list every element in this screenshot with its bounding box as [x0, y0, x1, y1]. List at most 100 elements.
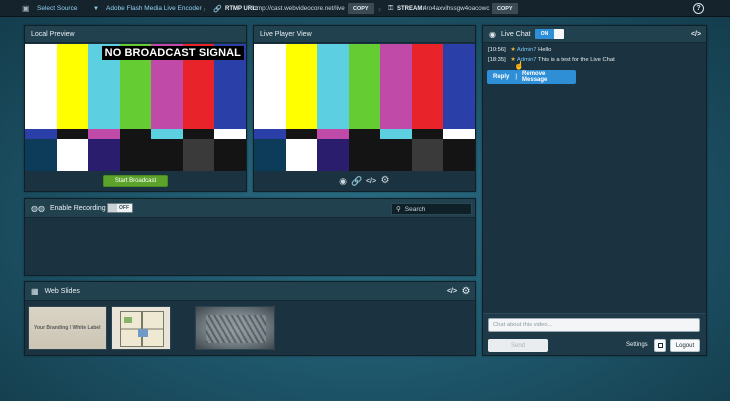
color-bar	[285, 139, 318, 171]
color-bar	[443, 139, 475, 171]
embed-code-icon[interactable]: </>	[690, 29, 702, 40]
color-bar	[25, 139, 57, 171]
live-player-video	[254, 44, 475, 171]
link-icon: 🔗	[213, 5, 222, 13]
color-bar	[317, 129, 349, 140]
slide-thumbnail-aerial[interactable]	[195, 306, 275, 350]
settings-button[interactable]	[654, 339, 666, 352]
color-bars-top	[254, 44, 475, 130]
local-preview-header: Local Preview	[25, 26, 246, 43]
color-bar	[254, 139, 286, 171]
color-bar	[348, 139, 381, 171]
color-bars-middle	[254, 129, 475, 140]
web-slides-header: ▦ Web Slides	[25, 282, 475, 301]
slide-thumbnail-branding[interactable]: Your Branding / White Label	[28, 306, 107, 350]
separator-chevron-icon: ›	[378, 3, 381, 14]
color-bar	[254, 44, 286, 130]
live-chat-panel: ◉ Live Chat ON </> [10:56] ★ Admin7 Hell…	[482, 25, 707, 356]
help-icon[interactable]: ?	[693, 3, 704, 14]
copy-rtmp-button[interactable]: COPY	[348, 3, 374, 14]
tape-icon: ◍◍	[31, 203, 45, 213]
recording-toggle[interactable]: OFF	[107, 203, 133, 213]
chat-bubble-icon: ◉	[489, 29, 496, 39]
embed-code-icon[interactable]: </>	[446, 286, 458, 297]
chat-message-text: This is a test for the Live Chat	[538, 57, 615, 63]
live-chat-toggle[interactable]: ON	[535, 29, 564, 39]
toggle-knob	[108, 204, 117, 212]
color-bar	[348, 44, 381, 130]
eye-icon[interactable]: ◉	[337, 175, 349, 187]
color-bar	[214, 129, 246, 140]
key-icon: ⚿	[388, 4, 394, 12]
chat-message: [10:56] ★ Admin7 Hello	[488, 47, 551, 53]
chat-message-input[interactable]: Chat about this video...	[488, 318, 700, 332]
embed-code-icon[interactable]: </>	[365, 175, 377, 187]
chat-timestamp: [10:56]	[488, 47, 506, 53]
recording-panel: ◍◍ Enable Recording OFF ⚲ Search	[24, 198, 476, 276]
logout-button[interactable]: Logout	[670, 339, 700, 352]
color-bar	[317, 44, 349, 130]
color-bar	[380, 139, 412, 171]
color-bar	[254, 129, 286, 140]
search-placeholder: Search	[404, 205, 426, 213]
slides-icon: ▦	[31, 286, 39, 296]
color-bars-bottom	[254, 139, 475, 171]
gear-icon[interactable]: ⚙	[460, 285, 472, 297]
link-icon[interactable]: 🔗	[351, 175, 363, 187]
color-bar	[56, 139, 89, 171]
local-preview-panel: Local Preview NO BROADCAST SIGNAL Start …	[24, 25, 247, 192]
color-bar	[151, 139, 183, 171]
slide-thumbnail-text: Your Branding / White Label	[34, 325, 101, 331]
color-bar	[88, 139, 120, 171]
color-bar	[25, 44, 57, 130]
slide-thumbnail-floorplan[interactable]	[111, 306, 171, 350]
message-actions-popup: Reply | Remove Message	[487, 70, 576, 84]
send-button[interactable]: Send	[488, 339, 548, 352]
remove-message-button[interactable]: Remove Message	[517, 71, 576, 83]
star-icon: ★	[510, 47, 516, 53]
rtmp-url-value: rtmp://cast.webvideocore.net/live	[253, 5, 345, 12]
chat-message-text: Hello	[538, 47, 552, 53]
chat-username[interactable]: Admin7	[517, 47, 537, 53]
color-bar	[88, 129, 120, 140]
color-bar	[348, 129, 381, 140]
local-preview-title: Local Preview	[31, 30, 75, 38]
color-bar	[56, 44, 89, 130]
color-bar	[443, 129, 475, 140]
color-bar	[380, 129, 412, 140]
live-chat-toggle-label: ON	[535, 29, 554, 39]
web-slides-title: Web Slides	[44, 287, 80, 295]
chat-message: [18:35] ★ Admin7 This is a test for the …	[488, 57, 615, 63]
color-bar	[119, 139, 152, 171]
toggle-knob	[554, 29, 564, 39]
recording-search-input[interactable]: ⚲ Search	[391, 203, 472, 215]
start-broadcast-button[interactable]: Start Broadcast	[103, 175, 168, 187]
chat-timestamp: [18:35]	[488, 57, 506, 63]
color-bars-middle	[25, 129, 246, 140]
settings-square-icon	[657, 343, 663, 348]
color-bar	[119, 129, 152, 140]
gear-icon[interactable]: ⚙	[379, 174, 391, 186]
settings-label: Settings	[626, 342, 648, 348]
copy-stream-button[interactable]: COPY	[492, 3, 518, 14]
color-bar	[182, 129, 215, 140]
color-bar	[285, 129, 318, 140]
color-bar	[317, 139, 349, 171]
live-chat-title: Live Chat	[500, 30, 531, 38]
color-bar	[411, 139, 444, 171]
encoder-dropdown[interactable]: Adobe Flash Media Live Encoder	[106, 0, 202, 17]
web-slides-panel: ▦ Web Slides </> ⚙ Your Branding / White…	[24, 281, 476, 356]
top-toolbar: ▣ Select Source ▼ Adobe Flash Media Live…	[0, 0, 730, 17]
color-bar	[182, 139, 215, 171]
reply-button[interactable]: Reply	[487, 74, 515, 80]
live-player-panel: Live Player View ◉ 🔗 </> ⚙	[253, 25, 476, 192]
aerial-photo-detail	[206, 315, 266, 343]
select-source-link[interactable]: Select Source	[37, 0, 77, 17]
search-icon: ⚲	[396, 206, 401, 213]
live-chat-header: ◉ Live Chat	[483, 26, 706, 43]
separator-chevron-icon: ›	[203, 3, 206, 14]
color-bar	[56, 129, 89, 140]
stream-label: STREAM:	[397, 5, 425, 12]
floorplan-room-blue	[138, 329, 148, 337]
color-bars-bottom	[25, 139, 246, 171]
